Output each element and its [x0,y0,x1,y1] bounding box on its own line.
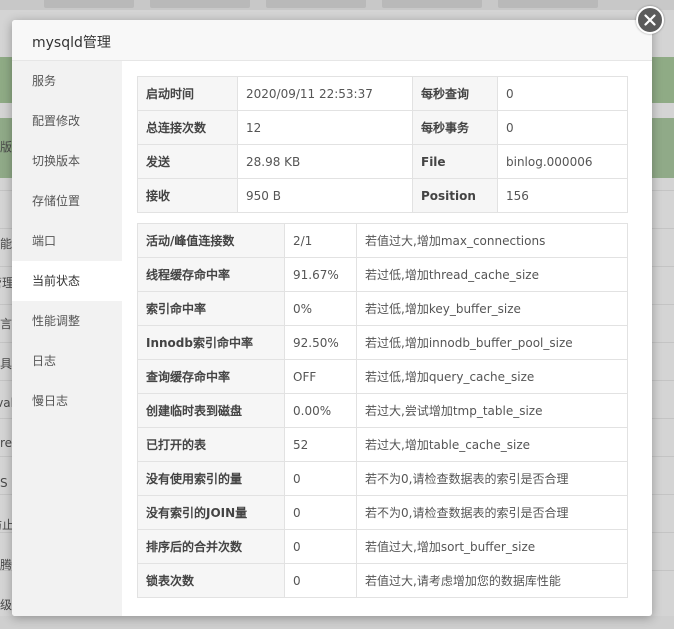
metric-hint: 若过低,增加thread_cache_size [356,257,628,292]
table-row: 线程缓存命中率 91.67% 若过低,增加thread_cache_size [137,257,628,292]
sidebar-item-performance[interactable]: 性能调整 [12,301,122,341]
metric-name: 查询缓存命中率 [137,359,285,394]
status-value: 2020/09/11 22:53:37 [237,76,413,111]
status-value: 156 [497,178,628,213]
metric-value: 0 [284,563,357,598]
metric-value: 52 [284,427,357,462]
metric-hint: 若值过大,请考虑增加您的数据库性能 [356,563,628,598]
mysqld-manage-dialog: mysqld管理 服务 配置修改 切换版本 存储位置 端口 当前状态 性能调整 … [12,20,652,616]
background-toolbar [0,0,674,10]
dialog-sidebar: 服务 配置修改 切换版本 存储位置 端口 当前状态 性能调整 日志 慢日志 [12,61,122,616]
close-icon [644,14,656,26]
metric-name: 排序后的合并次数 [137,529,285,564]
sidebar-item-service[interactable]: 服务 [12,61,122,101]
metric-hint: 若过低,增加key_buffer_size [356,291,628,326]
table-row: 没有使用索引的量 0 若不为0,请检查数据表的索引是否合理 [137,461,628,496]
status-key: 总连接次数 [137,110,238,145]
sidebar-item-current-status[interactable]: 当前状态 [12,261,122,301]
status-summary-table: 启动时间 2020/09/11 22:53:37 每秒查询 0 总连接次数 12… [137,76,628,213]
metric-name: 索引命中率 [137,291,285,326]
table-row: 发送 28.98 KB File binlog.000006 [137,144,628,179]
metric-hint: 若不为0,请检查数据表的索引是否合理 [356,461,628,496]
metric-value: 0 [284,529,357,564]
metric-name: 创建临时表到磁盘 [137,393,285,428]
table-row: 查询缓存命中率 OFF 若过低,增加query_cache_size [137,359,628,394]
table-row: 活动/峰值连接数 2/1 若值过大,增加max_connections [137,223,628,258]
metric-name: 活动/峰值连接数 [137,223,285,258]
table-row: 没有索引的JOIN量 0 若不为0,请检查数据表的索引是否合理 [137,495,628,530]
metric-value: 92.50% [284,325,357,360]
metric-name: 线程缓存命中率 [137,257,285,292]
status-key: 每秒事务 [412,110,498,145]
status-value: 950 B [237,178,413,213]
metric-name: 已打开的表 [137,427,285,462]
metric-name: Innodb索引命中率 [137,325,285,360]
metric-hint: 若过大,增加table_cache_size [356,427,628,462]
metric-hint: 若值过大,增加sort_buffer_size [356,529,628,564]
performance-table: 活动/峰值连接数 2/1 若值过大,增加max_connections 线程缓存… [137,223,628,598]
metric-hint: 若过大,尝试增加tmp_table_size [356,393,628,428]
table-row: 索引命中率 0% 若过低,增加key_buffer_size [137,291,628,326]
sidebar-item-port[interactable]: 端口 [12,221,122,261]
sidebar-item-switch-version[interactable]: 切换版本 [12,141,122,181]
metric-value: 0.00% [284,393,357,428]
metric-name: 锁表次数 [137,563,285,598]
metric-name: 没有使用索引的量 [137,461,285,496]
metric-value: 91.67% [284,257,357,292]
dialog-header: mysqld管理 [12,20,652,61]
table-row: 创建临时表到磁盘 0.00% 若过大,尝试增加tmp_table_size [137,393,628,428]
dialog-title: mysqld管理 [32,35,111,51]
status-value: 12 [237,110,413,145]
metric-value: OFF [284,359,357,394]
metric-hint: 若不为0,请检查数据表的索引是否合理 [356,495,628,530]
status-key: 发送 [137,144,238,179]
status-key: File [412,144,498,179]
table-row: Innodb索引命中率 92.50% 若过低,增加innodb_buffer_p… [137,325,628,360]
sidebar-item-config[interactable]: 配置修改 [12,101,122,141]
status-key: 启动时间 [137,76,238,111]
table-row: 排序后的合并次数 0 若值过大,增加sort_buffer_size [137,529,628,564]
table-row: 总连接次数 12 每秒事务 0 [137,110,628,145]
status-value: 28.98 KB [237,144,413,179]
table-row: 已打开的表 52 若过大,增加table_cache_size [137,427,628,462]
status-value: binlog.000006 [497,144,628,179]
metric-value: 0% [284,291,357,326]
status-value: 0 [497,76,628,111]
sidebar-item-slow-log[interactable]: 慢日志 [12,381,122,421]
status-content: 启动时间 2020/09/11 22:53:37 每秒查询 0 总连接次数 12… [137,76,628,598]
table-row: 锁表次数 0 若值过大,请考虑增加您的数据库性能 [137,563,628,598]
metric-hint: 若过低,增加query_cache_size [356,359,628,394]
sidebar-item-log[interactable]: 日志 [12,341,122,381]
close-button[interactable] [636,6,664,34]
metric-hint: 若过低,增加innodb_buffer_pool_size [356,325,628,360]
status-key: 接收 [137,178,238,213]
status-key: Position [412,178,498,213]
metric-hint: 若值过大,增加max_connections [356,223,628,258]
table-row: 接收 950 B Position 156 [137,178,628,213]
metric-value: 2/1 [284,223,357,258]
metric-value: 0 [284,461,357,496]
sidebar-item-storage[interactable]: 存储位置 [12,181,122,221]
metric-value: 0 [284,495,357,530]
metric-name: 没有索引的JOIN量 [137,495,285,530]
table-row: 启动时间 2020/09/11 22:53:37 每秒查询 0 [137,76,628,111]
status-value: 0 [497,110,628,145]
status-key: 每秒查询 [412,76,498,111]
